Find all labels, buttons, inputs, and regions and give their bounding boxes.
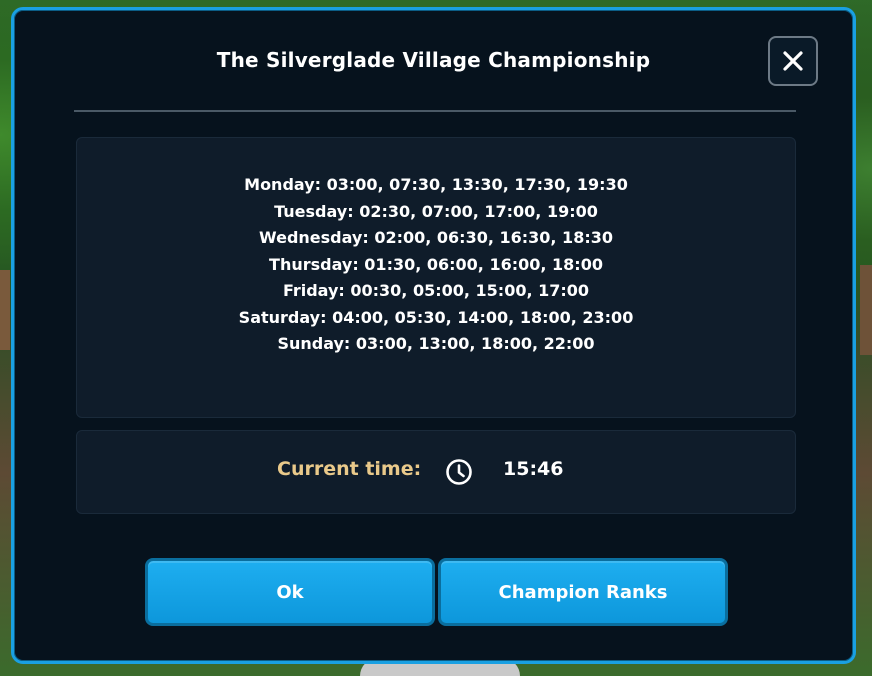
- schedule-row-sunday: Sunday: 03:00, 13:00, 18:00, 22:00: [277, 334, 595, 353]
- background-fence-post-right: [860, 265, 872, 355]
- schedule-row-monday: Monday: 03:00, 07:30, 13:30, 17:30, 19:3…: [244, 175, 628, 194]
- schedule-row-saturday: Saturday: 04:00, 05:30, 14:00, 18:00, 23…: [238, 307, 634, 327]
- championship-dialog: The Silverglade Village Championship Mon…: [11, 7, 856, 664]
- current-time-panel: Current time: 15:46: [76, 430, 796, 514]
- schedule-row-wednesday: Wednesday: 02:00, 06:30, 16:30, 18:30: [259, 228, 613, 247]
- clock-icon: [446, 459, 472, 485]
- champion-ranks-button[interactable]: Champion Ranks: [438, 558, 728, 626]
- schedule-row-tuesday: Tuesday: 02:30, 07:00, 17:00, 19:00: [274, 201, 598, 221]
- close-button[interactable]: [768, 36, 818, 86]
- schedule-list: Monday: 03:00, 07:30, 13:30, 17:30, 19:3…: [77, 172, 795, 358]
- schedule-row-friday: Friday: 00:30, 05:00, 15:00, 17:00: [282, 281, 590, 300]
- ok-button[interactable]: Ok: [145, 558, 435, 626]
- background-fence-post-left: [0, 270, 10, 350]
- schedule-row-thursday: Thursday: 01:30, 06:00, 16:00, 18:00: [269, 254, 603, 274]
- dialog-title: The Silverglade Village Championship: [216, 48, 651, 72]
- close-icon: [783, 51, 803, 71]
- title-divider: [74, 110, 796, 112]
- schedule-panel: Monday: 03:00, 07:30, 13:30, 17:30, 19:3…: [76, 137, 796, 418]
- current-time-label: Current time:: [277, 458, 422, 480]
- current-time-value: 15:46: [503, 458, 564, 480]
